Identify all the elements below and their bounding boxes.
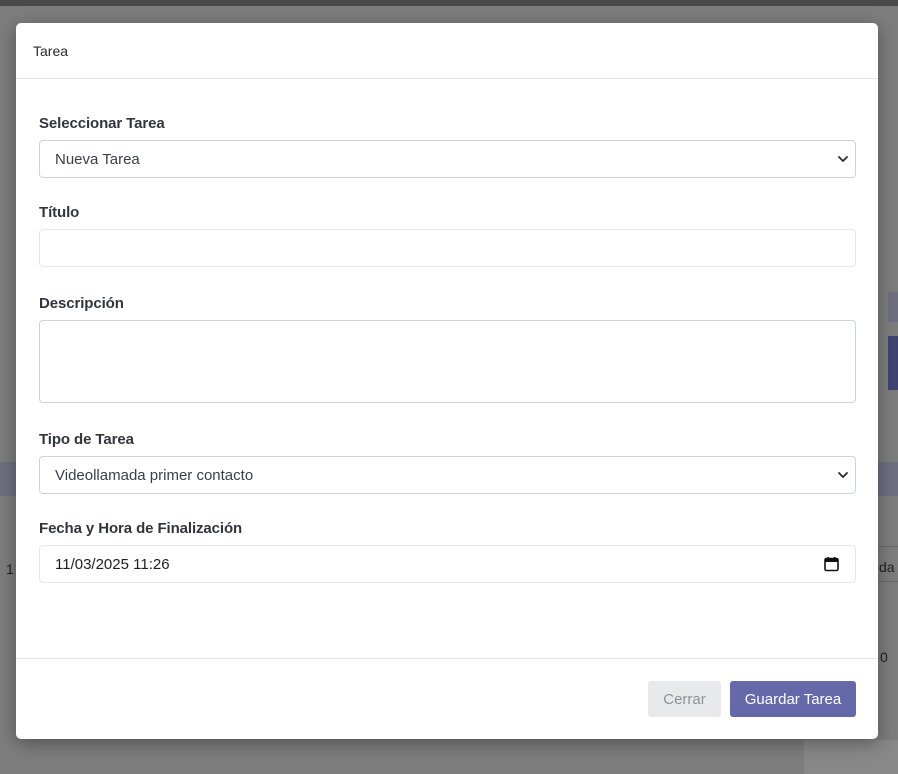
description-group: Descripción: [39, 295, 856, 403]
task-type-group: Tipo de Tarea Videollamada primer contac…: [39, 431, 856, 494]
background-divider: [878, 546, 898, 547]
task-select[interactable]: Nueva Tarea: [39, 140, 856, 178]
background-band: [888, 336, 898, 390]
background-divider: [878, 581, 898, 582]
background-text: da: [879, 559, 895, 575]
background-band: [878, 462, 898, 496]
due-datetime-input[interactable]: 11/03/2025 11:26: [39, 545, 856, 583]
task-type-select-value: Videollamada primer contacto: [55, 466, 254, 484]
background-text: 0: [880, 649, 888, 665]
task-modal: Tarea Seleccionar Tarea Nueva Tarea Títu…: [16, 23, 878, 739]
calendar-icon[interactable]: [824, 557, 839, 572]
background-band: [888, 292, 898, 322]
chevron-down-icon: [838, 472, 848, 478]
modal-title: Tarea: [33, 42, 69, 59]
chevron-down-icon: [838, 156, 848, 162]
description-label: Descripción: [39, 295, 124, 312]
title-label: Título: [39, 204, 80, 221]
modal-header: Tarea: [16, 23, 878, 79]
close-button[interactable]: Cerrar: [648, 681, 721, 717]
due-datetime-group: Fecha y Hora de Finalización 11/03/2025 …: [39, 520, 856, 583]
background-panel: [804, 740, 898, 774]
task-select-value: Nueva Tarea: [55, 150, 140, 168]
modal-body: Seleccionar Tarea Nueva Tarea Título Des…: [16, 79, 878, 583]
title-input[interactable]: [39, 229, 856, 267]
task-type-select[interactable]: Videollamada primer contacto: [39, 456, 856, 494]
due-datetime-label: Fecha y Hora de Finalización: [39, 520, 243, 537]
title-group: Título: [39, 204, 856, 267]
due-datetime-value: 11/03/2025 11:26: [55, 555, 170, 573]
task-select-label: Seleccionar Tarea: [39, 115, 165, 132]
background-band: [0, 462, 16, 496]
background-text: 1: [6, 561, 14, 577]
description-textarea[interactable]: [39, 320, 856, 403]
task-select-group: Seleccionar Tarea Nueva Tarea: [39, 115, 856, 178]
modal-footer: Cerrar Guardar Tarea: [16, 658, 878, 739]
save-task-button[interactable]: Guardar Tarea: [730, 681, 856, 717]
task-type-label: Tipo de Tarea: [39, 431, 134, 448]
